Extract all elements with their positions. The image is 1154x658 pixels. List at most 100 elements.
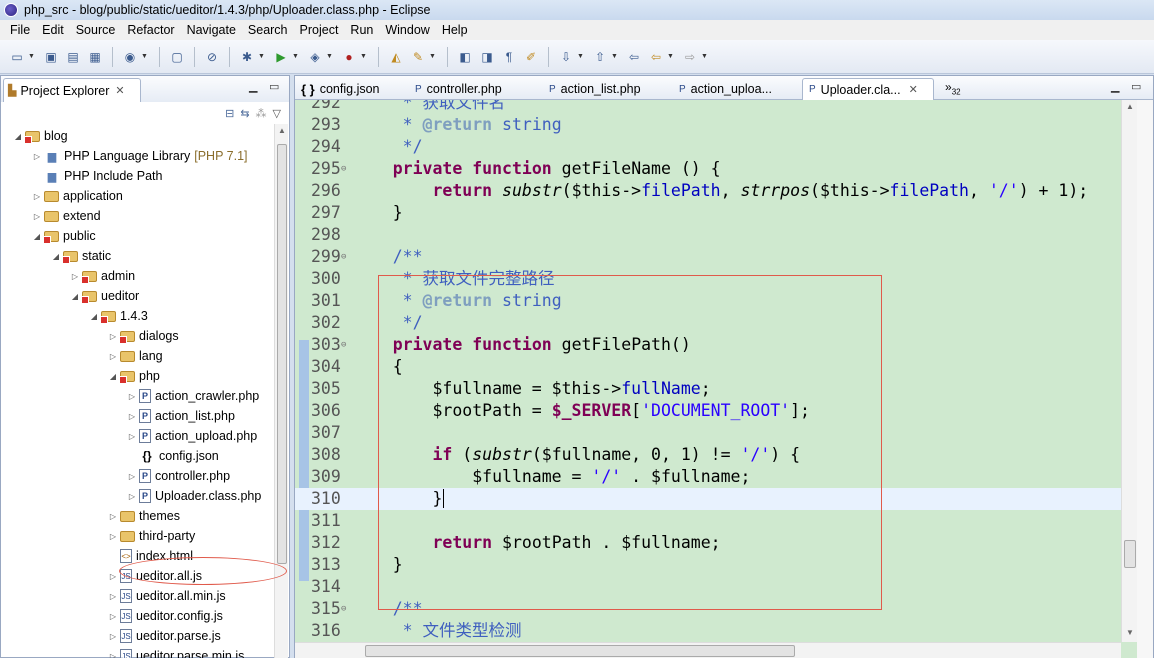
collapsed-arrow-icon[interactable]: ▷ (108, 632, 118, 641)
tree-item[interactable]: ▷ admin (1, 266, 273, 286)
next-annotation-dropdown-icon[interactable]: ▼ (577, 53, 585, 60)
collapsed-arrow-icon[interactable]: ▷ (108, 512, 118, 521)
pen-icon[interactable]: ✐ (522, 48, 540, 66)
code-line[interactable]: 314 (295, 576, 1121, 598)
code-horizontal-scrollbar[interactable] (295, 642, 1121, 658)
code-line[interactable]: 309 $fullname = '/' . $fullname; (295, 466, 1121, 488)
collapse-all-icon[interactable]: ⊟ (225, 107, 234, 120)
code-line[interactable]: 295 ⊖ private function getFileName () { (295, 158, 1121, 180)
code-line[interactable]: 301 * @return string (295, 290, 1121, 312)
back-icon[interactable]: ⇦ (647, 48, 665, 66)
expanded-arrow-icon[interactable]: ◢ (89, 312, 99, 321)
code-line[interactable]: 300 * 获取文件完整路径 (295, 268, 1121, 290)
collapsed-arrow-icon[interactable]: ▷ (32, 212, 42, 221)
minimize-icon[interactable]: ▁ (1111, 80, 1119, 93)
prev-annotation-dropdown-icon[interactable]: ▼ (611, 53, 619, 60)
menu-help[interactable]: Help (436, 23, 474, 37)
code-line[interactable]: 303 ⊖ private function getFilePath() (295, 334, 1121, 356)
close-icon[interactable]: ✕ (909, 83, 918, 96)
code-editor[interactable]: 292 * 获取文件名 293 * @return string 294 */295… (295, 100, 1153, 658)
editor-tab[interactable]: Pcontroller.php (409, 78, 541, 100)
next-annotation-icon[interactable]: ⇩ (557, 48, 575, 66)
collapsed-arrow-icon[interactable]: ▷ (108, 572, 118, 581)
code-line[interactable]: 315 ⊖ /** (295, 598, 1121, 620)
tree-item[interactable]: ▷ ▆ PHP Language Library [PHP 7.1] (1, 146, 273, 166)
collapsed-arrow-icon[interactable]: ▷ (32, 192, 42, 201)
forward-icon[interactable]: ⇨ (681, 48, 699, 66)
terminal-icon[interactable]: ▢ (168, 48, 186, 66)
close-icon[interactable]: ✕ (115, 84, 124, 97)
debug-dropdown-icon[interactable]: ▼ (258, 53, 266, 60)
collapsed-arrow-icon[interactable]: ▷ (108, 532, 118, 541)
code-line[interactable]: 310 } (295, 488, 1121, 510)
code-line[interactable]: 302 */ (295, 312, 1121, 334)
tree-item[interactable]: ▷ Paction_list.php (1, 406, 273, 426)
save-icon[interactable]: ▣ (42, 48, 60, 66)
code-scrollbar-thumb[interactable] (1124, 540, 1136, 568)
save-all-icon[interactable]: ▤ (64, 48, 82, 66)
external-tools-icon[interactable]: ● (340, 48, 358, 66)
code-hscrollbar-thumb[interactable] (365, 645, 795, 657)
skip-breakpoints-icon[interactable]: ⊘ (203, 48, 221, 66)
collapsed-arrow-icon[interactable]: ▷ (32, 152, 42, 161)
code-line[interactable]: 299 ⊖ /** (295, 246, 1121, 268)
code-line[interactable]: 298 (295, 224, 1121, 246)
collapsed-arrow-icon[interactable]: ▷ (70, 272, 80, 281)
code-line[interactable]: 307 (295, 422, 1121, 444)
expanded-arrow-icon[interactable]: ◢ (32, 232, 42, 241)
tree-item[interactable]: ▷ lang (1, 346, 273, 366)
editor-tab[interactable]: Paction_uploa... (673, 78, 800, 100)
prev-annotation-icon[interactable]: ⇧ (591, 48, 609, 66)
code-line[interactable]: 294 */ (295, 136, 1121, 158)
menu-navigate[interactable]: Navigate (181, 23, 242, 37)
fold-toggle-icon[interactable]: ⊖ (341, 598, 346, 620)
code-vertical-scrollbar[interactable]: ▲ ▼ (1121, 100, 1137, 642)
expanded-arrow-icon[interactable]: ◢ (108, 372, 118, 381)
tree-item[interactable]: ▷ JS ueditor.parse.min.js (1, 646, 273, 658)
explorer-scrollbar[interactable]: ▲ (274, 124, 288, 658)
expanded-arrow-icon[interactable]: ◢ (51, 252, 61, 261)
tab-project-explorer[interactable]: ▙ Project Explorer ✕ (3, 78, 141, 102)
debug-icon[interactable]: ✱ (238, 48, 256, 66)
toggle-block-icon[interactable]: ◨ (478, 48, 496, 66)
tree-item[interactable]: ◢ static (1, 246, 273, 266)
scroll-down-icon[interactable]: ▼ (1126, 628, 1134, 637)
search-dropdown-icon[interactable]: ▼ (429, 53, 437, 60)
expanded-arrow-icon[interactable]: ◢ (13, 132, 23, 141)
tree-item[interactable]: ▷ Paction_upload.php (1, 426, 273, 446)
tree-item[interactable]: ▷ JS ueditor.config.js (1, 606, 273, 626)
toggle-mark-icon[interactable]: ◧ (456, 48, 474, 66)
collapsed-arrow-icon[interactable]: ▷ (127, 392, 137, 401)
explorer-scrollbar-thumb[interactable] (277, 144, 287, 564)
maximize-icon[interactable]: ▭ (1131, 80, 1141, 93)
user-dropdown-icon[interactable]: ▼ (141, 53, 149, 60)
tree-item[interactable]: ◢ php (1, 366, 273, 386)
menu-run[interactable]: Run (344, 23, 379, 37)
code-line[interactable]: 311 (295, 510, 1121, 532)
new-icon[interactable]: ▭ (8, 48, 26, 66)
run-dropdown-icon[interactable]: ▼ (292, 53, 300, 60)
back-dropdown-icon[interactable]: ▼ (667, 53, 675, 60)
tree-item[interactable]: <> index.html (1, 546, 273, 566)
filters-icon[interactable]: ⁂ (256, 107, 267, 120)
minimize-icon[interactable]: ▁ (249, 80, 257, 93)
tree-item[interactable]: {} config.json (1, 446, 273, 466)
tree-item[interactable]: ▷ JS ueditor.parse.js (1, 626, 273, 646)
code-line[interactable]: 316 * 文件类型检测 (295, 620, 1121, 642)
collapsed-arrow-icon[interactable]: ▷ (127, 492, 137, 501)
code-line[interactable]: 306 $rootPath = $_SERVER['DOCUMENT_ROOT'… (295, 400, 1121, 422)
expanded-arrow-icon[interactable]: ◢ (70, 292, 80, 301)
tab-overflow-button[interactable]: »32 (945, 80, 961, 96)
tree-item[interactable]: ▷ dialogs (1, 326, 273, 346)
coverage-dropdown-icon[interactable]: ▼ (326, 53, 334, 60)
menu-search[interactable]: Search (242, 23, 294, 37)
editor-tab[interactable]: { } config.json (295, 78, 407, 100)
menu-refactor[interactable]: Refactor (121, 23, 180, 37)
code-line[interactable]: 305 $fullname = $this->fullName; (295, 378, 1121, 400)
tree-item[interactable]: ▷ JS ueditor.all.min.js (1, 586, 273, 606)
collapsed-arrow-icon[interactable]: ▷ (108, 612, 118, 621)
tree-item[interactable]: ▷ P Uploader.class.php (1, 486, 273, 506)
show-whitespace-icon[interactable]: ¶ (500, 48, 518, 66)
link-with-editor-icon[interactable]: ⇆ (240, 107, 249, 120)
tree-item[interactable]: ◢ ueditor (1, 286, 273, 306)
